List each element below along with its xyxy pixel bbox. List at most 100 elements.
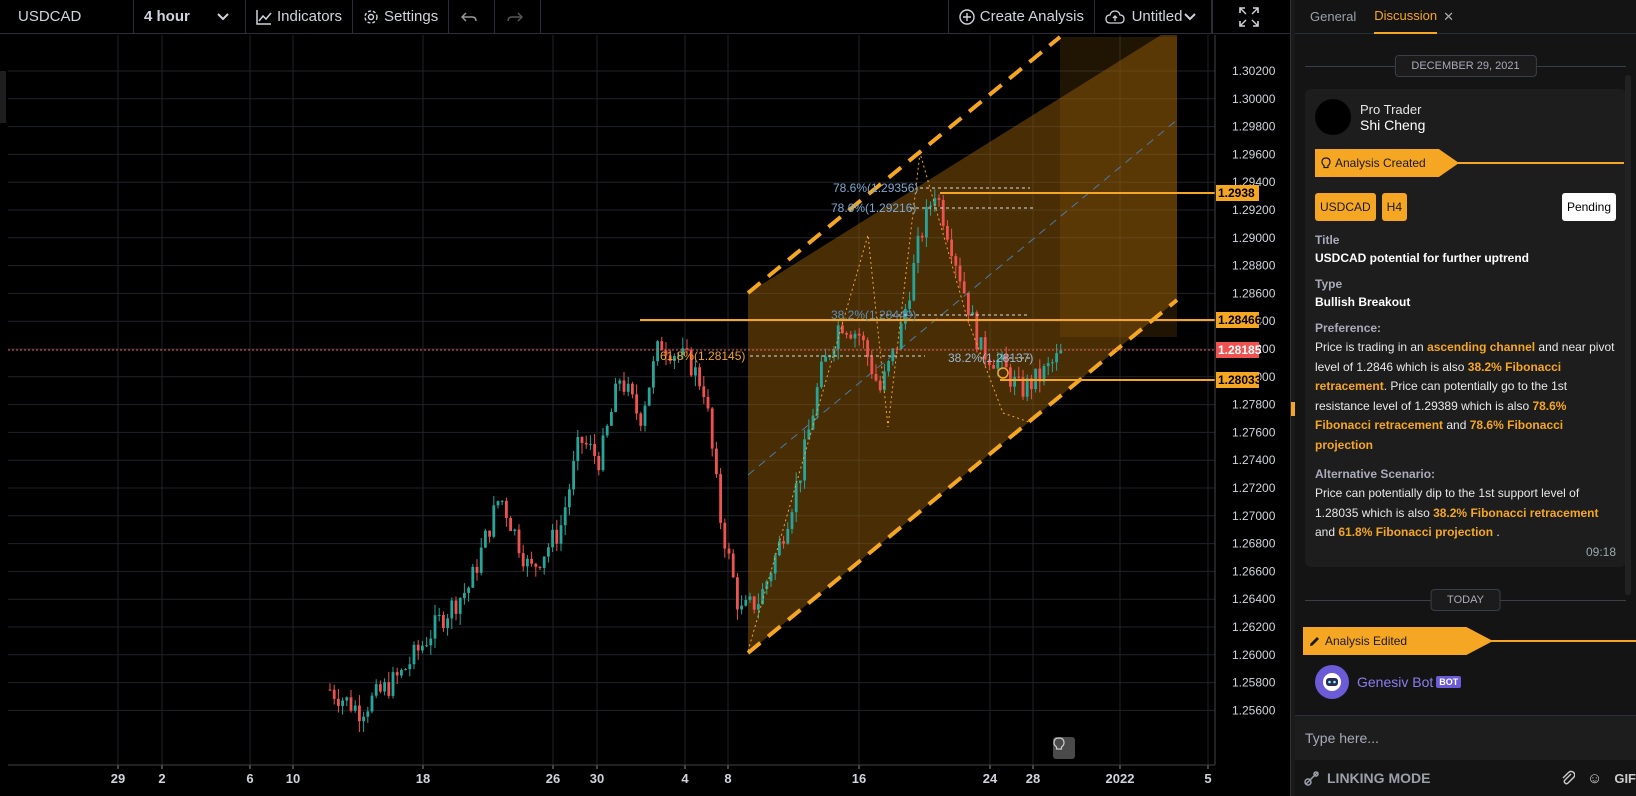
candle-body xyxy=(408,664,412,670)
alt-highlight-2[interactable]: 61.8% Fibonacci projection xyxy=(1338,525,1493,539)
price-tick-label: 1.30200 xyxy=(1232,64,1276,78)
avatar[interactable] xyxy=(1315,99,1351,135)
undo-button[interactable] xyxy=(449,0,496,33)
symbol-search[interactable]: USDCAD xyxy=(0,0,134,33)
alt-text-3: . xyxy=(1493,525,1500,539)
candle-body xyxy=(1013,376,1016,387)
candle-body xyxy=(328,689,332,691)
candle-body xyxy=(870,357,874,375)
candle-body xyxy=(332,689,336,699)
discussion-panel: General Discussion ✕ DECEMBER 29, 2021 P… xyxy=(1295,0,1636,796)
message-input[interactable] xyxy=(1295,716,1636,760)
candle-body xyxy=(1046,363,1050,367)
today-pill: TODAY xyxy=(1430,589,1501,611)
close-icon[interactable]: ✕ xyxy=(1443,9,1454,25)
price-chart[interactable]: 78.6%(1.29356) 78.6%(1.29216) 38.2%(1.2844… xyxy=(0,35,1290,796)
feed-scrollbar[interactable] xyxy=(1625,75,1631,595)
idea-button[interactable] xyxy=(1053,737,1075,759)
settings-button[interactable]: Settings xyxy=(353,0,450,33)
candle-body xyxy=(782,541,785,544)
candle-body xyxy=(992,365,995,369)
candle-body xyxy=(899,323,903,349)
tab-discussion[interactable]: Discussion xyxy=(1374,0,1438,34)
candle-body xyxy=(1009,367,1012,387)
bot-badge: BOT xyxy=(1436,676,1462,688)
fullscreen-button[interactable] xyxy=(1212,0,1290,33)
pivot-level-tag: 1.28466 xyxy=(1218,313,1262,327)
candle-body xyxy=(391,672,395,696)
price-tick-label: 1.26400 xyxy=(1232,592,1276,606)
price-tick-label: 1.25600 xyxy=(1232,703,1276,717)
candle-body xyxy=(605,425,609,436)
fullscreen-icon xyxy=(1239,6,1259,27)
candle-body xyxy=(958,265,962,282)
candle-body xyxy=(803,439,806,481)
banner-line xyxy=(1455,162,1624,164)
candle-body xyxy=(778,541,781,556)
candle-body xyxy=(530,558,533,564)
candle-body xyxy=(337,698,340,706)
redo-button[interactable] xyxy=(495,0,542,33)
symbol-label: USDCAD xyxy=(18,8,82,25)
candle-body xyxy=(857,333,861,336)
candle-body xyxy=(345,697,349,701)
lightbulb-icon xyxy=(1321,157,1331,169)
price-tick-label: 1.29200 xyxy=(1232,203,1276,217)
candle-body xyxy=(366,711,370,717)
discussion-feed[interactable]: DECEMBER 29, 2021 Pro Trader Shi Cheng A… xyxy=(1295,35,1636,715)
candle-body xyxy=(979,337,983,350)
today-separator: TODAY xyxy=(1305,589,1626,611)
indicators-button[interactable]: Indicators xyxy=(246,0,354,33)
candle-body xyxy=(845,333,848,335)
gif-button[interactable]: GIF xyxy=(1614,771,1636,786)
candle-body xyxy=(584,442,588,445)
create-analysis-button[interactable]: Create Analysis xyxy=(949,0,1095,33)
candle-body xyxy=(500,500,504,502)
candle-body xyxy=(505,500,508,519)
candle-body xyxy=(656,341,659,362)
alt-highlight-1[interactable]: 38.2% Fibonacci retracement xyxy=(1433,506,1598,520)
candle-body xyxy=(702,386,706,398)
linking-mode-toggle[interactable]: LINKING MODE xyxy=(1303,769,1430,787)
plus-circle-icon xyxy=(959,8,975,25)
analysis-tags: USDCAD H4 Pending xyxy=(1315,193,1616,221)
time-tick-label: 2022 xyxy=(1106,771,1135,786)
candle-body xyxy=(891,348,895,362)
candle-body xyxy=(404,669,407,671)
candle-body xyxy=(568,489,571,508)
candle-body xyxy=(631,383,634,395)
author-name[interactable]: Shi Cheng xyxy=(1360,117,1425,133)
candle-body xyxy=(967,293,970,316)
pref-text-1: Price is trading in an xyxy=(1315,340,1428,354)
candle-body xyxy=(454,600,458,614)
price-tick-label: 1.26800 xyxy=(1232,537,1276,551)
emoji-icon[interactable]: ☺ xyxy=(1587,770,1602,787)
candle-body xyxy=(950,239,953,257)
candle-body xyxy=(824,356,827,362)
bot-avatar[interactable] xyxy=(1315,665,1349,699)
fib-786-projection-label: 78.6%(1.29216) xyxy=(831,201,916,215)
analysis-card: Pro Trader Shi Cheng Analysis Created US… xyxy=(1305,89,1626,567)
candle-body xyxy=(475,566,479,573)
analysis-created-tag: Analysis Created xyxy=(1315,149,1459,177)
price-tick-label: 1.28800 xyxy=(1232,259,1276,273)
status-badge: Pending xyxy=(1561,193,1616,221)
timeframe-tag[interactable]: H4 xyxy=(1381,193,1408,221)
candle-body xyxy=(853,333,857,339)
chart-canvas[interactable]: 78.6%(1.29356) 78.6%(1.29216) 38.2%(1.2844… xyxy=(0,35,1290,796)
symbol-tag[interactable]: USDCAD xyxy=(1315,193,1376,221)
author-row: Pro Trader Shi Cheng xyxy=(1315,99,1616,135)
interval-dropdown[interactable]: 4 hour xyxy=(134,0,246,33)
candle-body xyxy=(450,600,454,619)
paperclip-icon[interactable] xyxy=(1561,770,1575,786)
tab-general[interactable]: General xyxy=(1310,0,1356,34)
pref-highlight-1[interactable]: ascending channel xyxy=(1427,340,1535,354)
bot-name[interactable]: Genesiv Bot xyxy=(1357,674,1433,690)
drawing-toolbar-handle[interactable] xyxy=(0,71,6,123)
settings-label: Settings xyxy=(384,8,439,25)
save-layout-dropdown[interactable]: Untitled xyxy=(1095,0,1212,33)
price-tick-label: 1.30000 xyxy=(1232,92,1276,106)
analysis-edited-tag: Analysis Edited xyxy=(1303,627,1493,655)
price-axis: 1.302001.300001.298001.296001.294001.292… xyxy=(1214,35,1276,765)
tab-discussion-label: Discussion xyxy=(1374,8,1438,23)
